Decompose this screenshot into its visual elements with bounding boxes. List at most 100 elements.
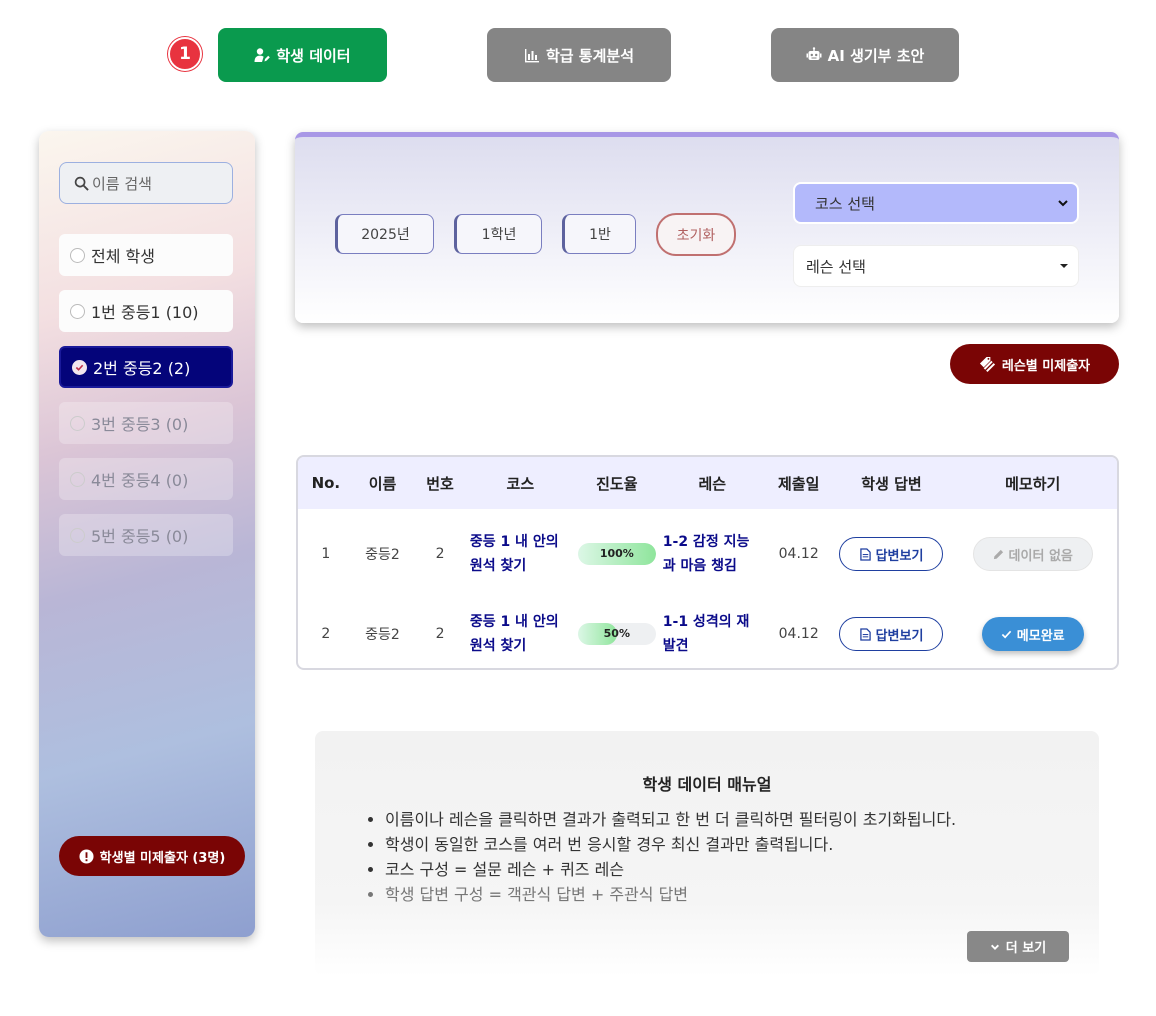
cell-progress: 100% xyxy=(572,509,662,599)
reset-button[interactable]: 초기화 xyxy=(656,213,736,256)
cell-number: 2 xyxy=(435,626,445,642)
view-answer-button[interactable]: 답변보기 xyxy=(839,617,944,651)
cell-lesson[interactable]: 1-1 성격의 재발견 xyxy=(662,599,763,668)
sidebar-item-label: 2번 중등2 (2) xyxy=(93,359,191,378)
student-missing-label: 학생별 미제출자 (3명) xyxy=(99,850,226,866)
chevron-down-icon xyxy=(990,944,999,950)
cell-name[interactable]: 중등2 xyxy=(354,509,412,599)
header-memo: 메모하기 xyxy=(1005,474,1061,493)
lesson-missing-label: 레슨별 미제출자 xyxy=(1001,358,1091,374)
student-missing-button[interactable]: 학생별 미제출자 (3명) xyxy=(59,836,245,876)
student-data-label: 학생 데이터 xyxy=(276,46,351,65)
progress-label: 100% xyxy=(599,547,634,560)
cell-progress: 50% xyxy=(572,599,662,668)
search-input[interactable]: 이름 검색 xyxy=(59,162,233,204)
progress-bar: 50% xyxy=(577,623,656,645)
sidebar-item-all[interactable]: 전체 학생 xyxy=(59,234,233,276)
cell-date: 04.12 xyxy=(778,546,819,562)
header-date: 제출일 xyxy=(777,474,820,493)
ai-draft-button[interactable]: AI 생기부 초안 xyxy=(771,28,959,82)
user-edit-icon xyxy=(254,48,271,62)
header-no: No. xyxy=(311,474,341,492)
filter-panel: 2025년 1학년 1반 초기화 코스 선택 레슨 선택 xyxy=(295,132,1119,323)
sidebar-item-label: 5번 중등5 (0) xyxy=(91,527,189,546)
check-icon xyxy=(1001,630,1012,638)
lesson-select-value: 레슨 선택 xyxy=(806,257,866,276)
grade-chip[interactable]: 1학년 xyxy=(454,214,542,254)
exclamation-circle-icon xyxy=(79,848,94,864)
sidebar-item-label: 1번 중등1 (10) xyxy=(91,303,199,322)
sidebar-item-label: 3번 중등3 (0) xyxy=(91,415,189,434)
ai-draft-label: AI 생기부 초안 xyxy=(827,46,925,65)
student-data-button[interactable]: 학생 데이터 xyxy=(218,28,387,82)
table-header-row: No. 이름 번호 코스 진도율 레슨 제출일 학생 답변 메모하기 xyxy=(298,457,1117,509)
cell-course[interactable]: 중등 1 내 안의 원석 찾기 xyxy=(469,599,572,668)
lesson-select[interactable]: 레슨 선택 xyxy=(793,245,1079,287)
sidebar-item-label: 전체 학생 xyxy=(91,247,155,266)
manual-item: 학생 답변 구성 = 객관식 답변 + 주관식 답변 xyxy=(385,882,956,907)
progress-label: 50% xyxy=(603,627,630,640)
year-chip[interactable]: 2025년 xyxy=(335,214,434,254)
manual-item: 학생이 동일한 코스를 여러 번 응시할 경우 최신 결과만 출력됩니다. xyxy=(385,832,956,857)
radio-icon xyxy=(70,415,85,431)
manual-item: 코스 구성 = 설문 레슨 + 퀴즈 레슨 xyxy=(385,857,956,882)
cell-date: 04.12 xyxy=(778,626,819,642)
radio-icon xyxy=(70,247,85,263)
header-answer: 학생 답변 xyxy=(861,474,922,493)
manual-list: 이름이나 레슨을 클릭하면 결과가 출력되고 한 번 더 클릭하면 필터링이 초… xyxy=(365,807,956,907)
manual-title: 학생 데이터 매뉴얼 xyxy=(642,775,772,794)
memo-no-data-button[interactable]: 데이터 없음 xyxy=(972,537,1093,571)
cell-lesson[interactable]: 1-2 감정 지능과 마음 챙김 xyxy=(662,509,763,599)
memo-label: 데이터 없음 xyxy=(1008,548,1073,564)
document-icon xyxy=(859,547,871,561)
view-answer-label: 답변보기 xyxy=(875,548,924,564)
cell-memo: 메모완료 xyxy=(948,599,1117,668)
pencil-icon xyxy=(993,549,1003,559)
caret-down-icon xyxy=(1060,264,1068,268)
radio-icon xyxy=(70,471,85,487)
class-stats-button[interactable]: 학급 통계분석 xyxy=(487,28,671,82)
student-data-table: No. 이름 번호 코스 진도율 레슨 제출일 학생 답변 메모하기 1 중등2… xyxy=(296,455,1119,670)
cell-course[interactable]: 중등 1 내 안의 원석 찾기 xyxy=(469,509,572,599)
memo-label: 메모완료 xyxy=(1016,628,1065,644)
cell-answer: 답변보기 xyxy=(835,599,949,668)
course-select-value: 코스 선택 xyxy=(815,194,875,213)
step-badge: 1 xyxy=(168,37,202,71)
class-stats-label: 학급 통계분석 xyxy=(545,46,635,65)
sidebar-item-class-3[interactable]: 3번 중등3 (0) xyxy=(59,402,233,444)
view-answer-label: 답변보기 xyxy=(875,628,924,644)
cell-no: 2 xyxy=(321,626,331,642)
sidebar-item-class-4[interactable]: 4번 중등4 (0) xyxy=(59,458,233,500)
progress-bar: 100% xyxy=(577,543,656,565)
radio-icon xyxy=(70,303,85,319)
sidebar-item-class-1[interactable]: 1번 중등1 (10) xyxy=(59,290,233,332)
show-more-label: 더 보기 xyxy=(1005,941,1047,956)
check-circle-icon xyxy=(72,359,87,375)
show-more-button[interactable]: 더 보기 xyxy=(967,931,1069,962)
cell-answer: 답변보기 xyxy=(835,509,949,599)
header-lesson: 레슨 xyxy=(698,474,727,493)
table-row: 1 중등2 2 중등 1 내 안의 원석 찾기 100% 1-2 감정 지능과 … xyxy=(298,509,1117,599)
header-number: 번호 xyxy=(426,474,454,493)
chevron-down-icon xyxy=(1058,200,1068,207)
memo-complete-button[interactable]: 메모완료 xyxy=(981,617,1084,651)
sidebar-item-class-2[interactable]: 2번 중등2 (2) xyxy=(59,346,233,388)
class-chip[interactable]: 1반 xyxy=(562,214,636,254)
tag-icon xyxy=(979,356,995,372)
manual-panel: 학생 데이터 매뉴얼 이름이나 레슨을 클릭하면 결과가 출력되고 한 번 더 … xyxy=(315,731,1099,976)
view-answer-button[interactable]: 답변보기 xyxy=(839,537,944,571)
course-select[interactable]: 코스 선택 xyxy=(793,182,1079,224)
lesson-missing-button[interactable]: 레슨별 미제출자 xyxy=(950,344,1119,384)
header-name: 이름 xyxy=(368,474,397,493)
document-icon xyxy=(859,627,871,641)
header-course: 코스 xyxy=(506,474,535,493)
cell-name[interactable]: 중등2 xyxy=(354,599,412,668)
cell-memo: 데이터 없음 xyxy=(948,509,1117,599)
sidebar-item-class-5[interactable]: 5번 중등5 (0) xyxy=(59,514,233,556)
table-row: 2 중등2 2 중등 1 내 안의 원석 찾기 50% 1-1 성격의 재발견 … xyxy=(298,599,1117,668)
cell-no: 1 xyxy=(321,546,331,562)
sidebar-item-label: 4번 중등4 (0) xyxy=(91,471,189,490)
bar-chart-icon xyxy=(524,49,539,63)
search-placeholder: 이름 검색 xyxy=(92,174,152,193)
search-icon xyxy=(74,176,89,191)
